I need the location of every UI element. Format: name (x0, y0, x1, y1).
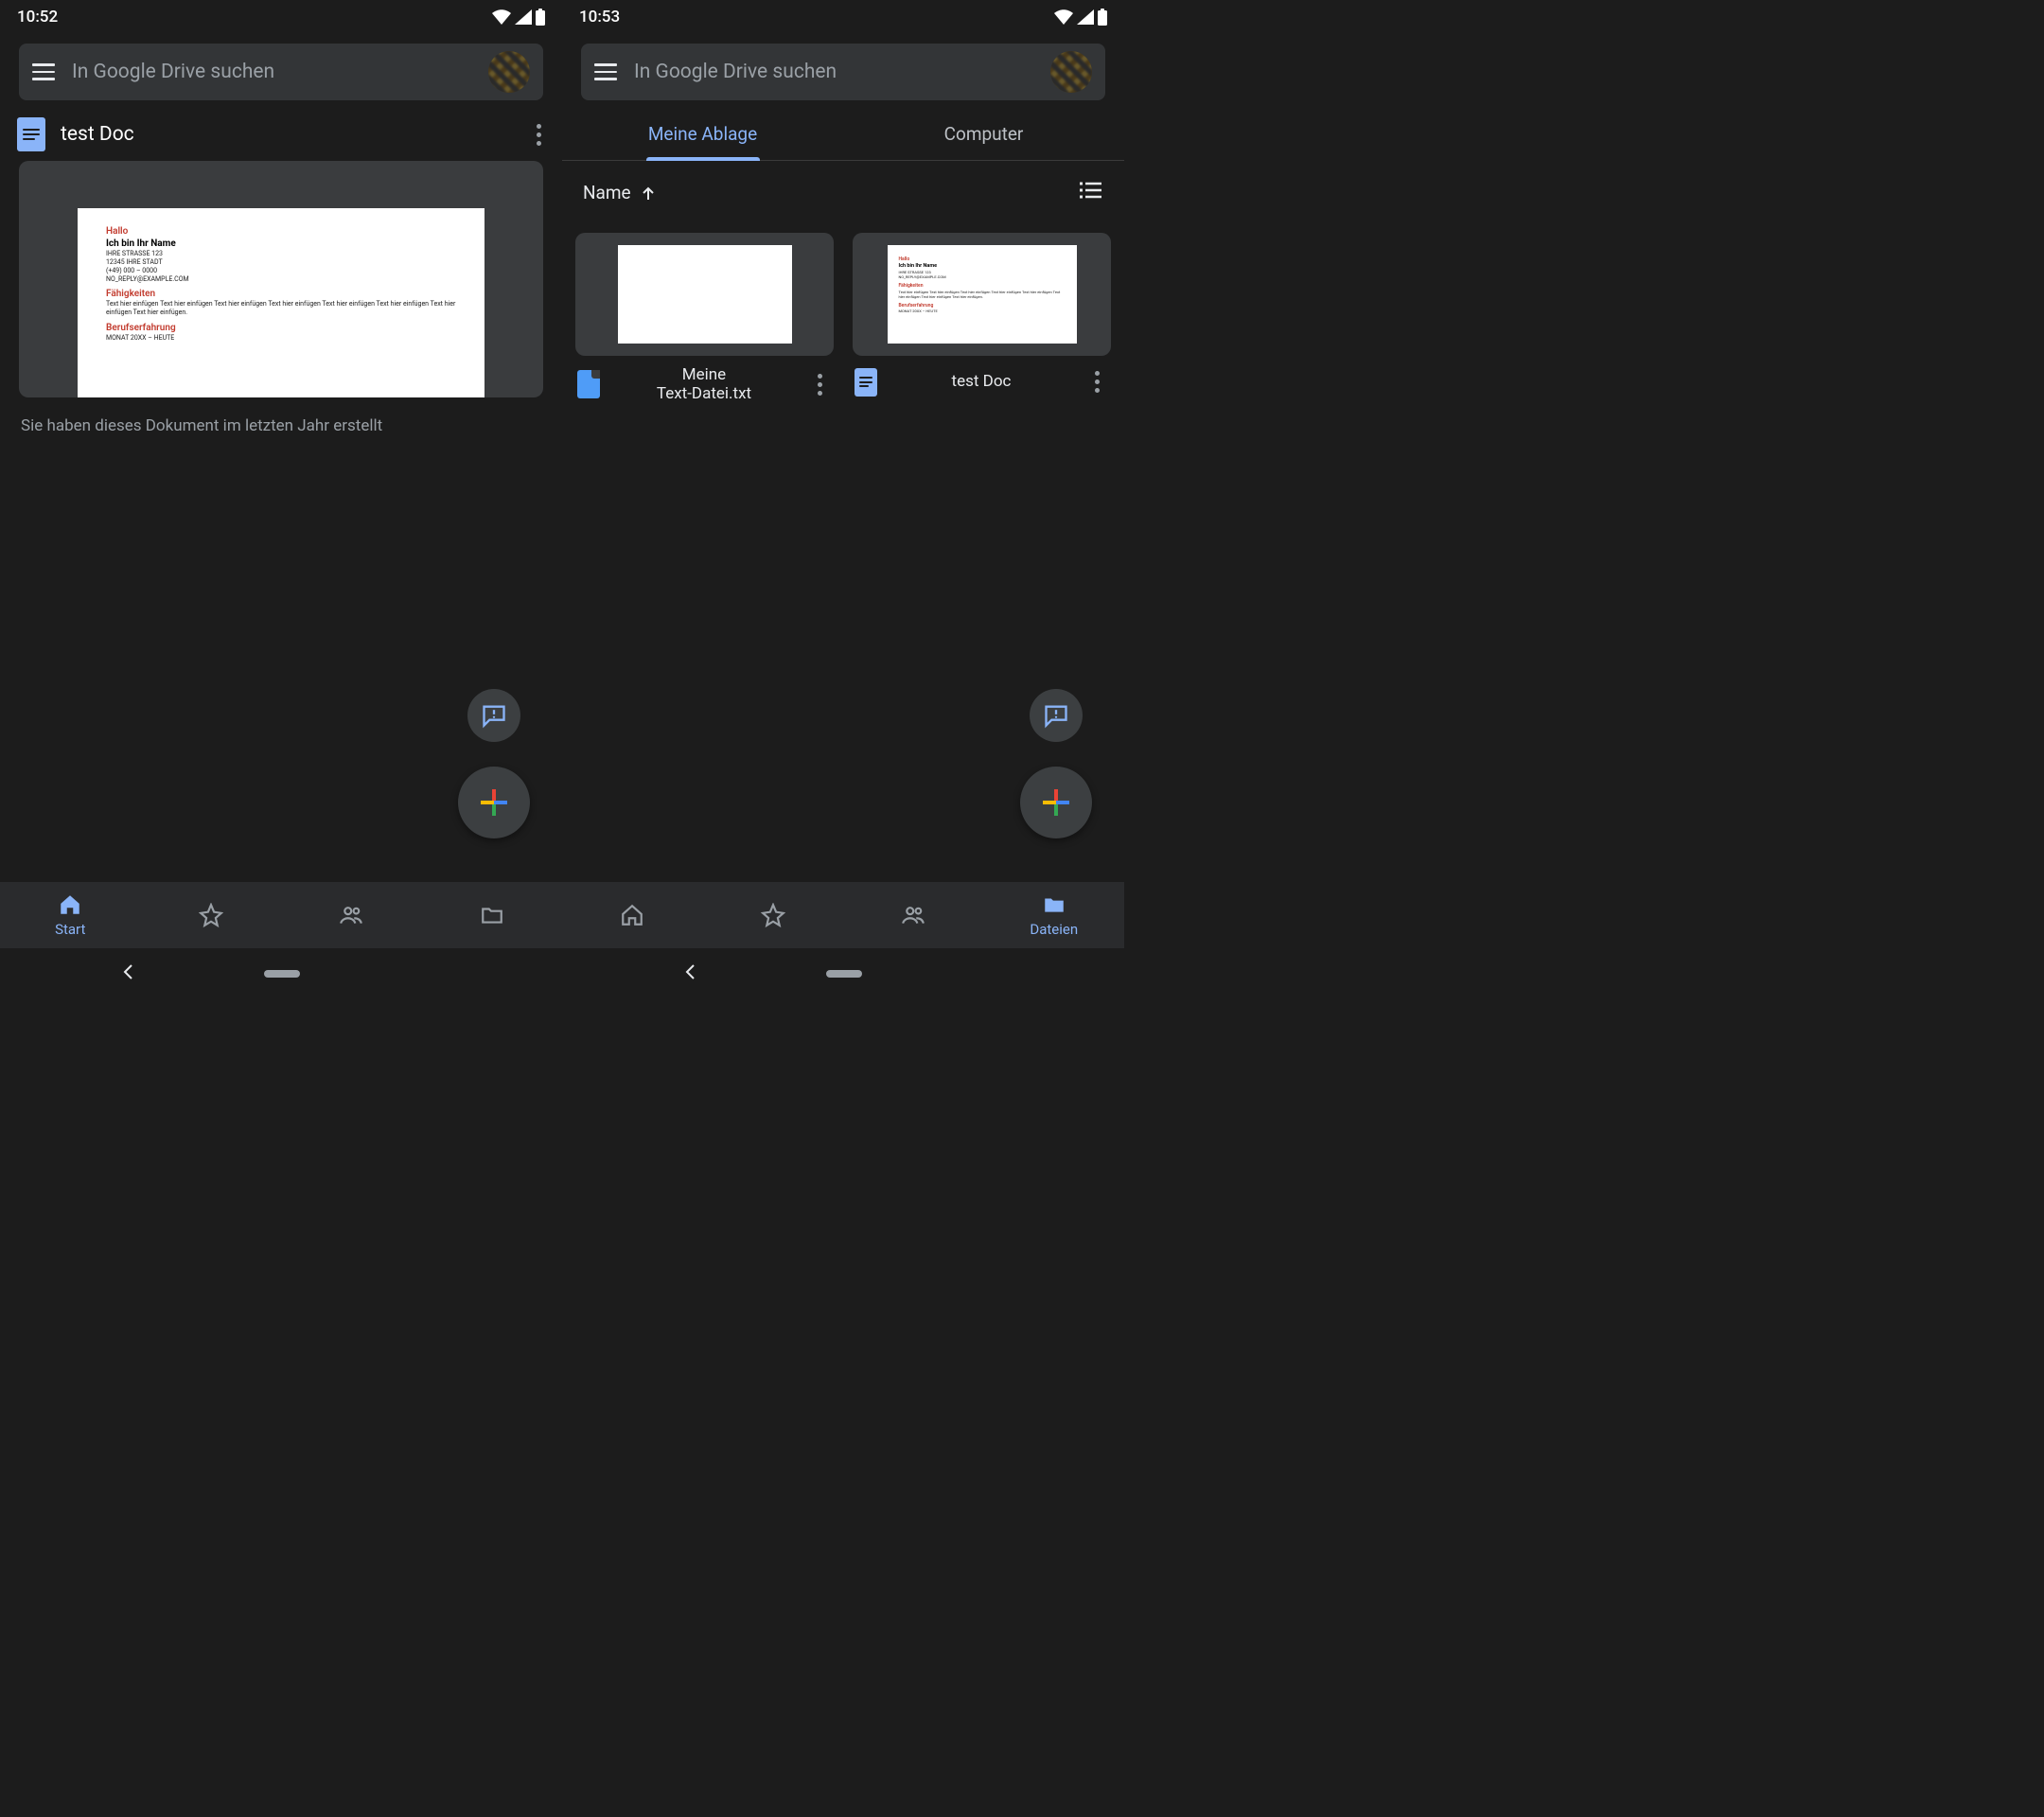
file-name: Meine Text-Datei.txt (609, 365, 799, 404)
status-icons (492, 9, 545, 26)
phone-left: 10:52 In Google Drive suchen test Doc Ha… (0, 0, 562, 999)
suggestion-preview[interactable]: Hallo Ich bin Ihr Name IHRE STRASSE 123 … (19, 161, 543, 397)
file-thumb (575, 233, 834, 356)
nav-files[interactable]: Dateien (984, 882, 1125, 948)
home-pill[interactable] (264, 970, 300, 978)
signal-icon (515, 9, 532, 25)
doc-preview: Hallo Ich bin Ihr Name IHRE STRASSE 123 … (78, 208, 485, 397)
more-icon[interactable] (1085, 365, 1109, 398)
wifi-icon (492, 9, 511, 25)
star-icon (761, 903, 785, 927)
doc-preview: Hallo Ich bin Ihr Name IHRE STRASSE 123 … (888, 245, 1077, 344)
menu-icon[interactable] (594, 63, 617, 80)
docs-icon (17, 117, 45, 151)
wifi-icon (1054, 9, 1073, 25)
fab-group (458, 689, 530, 838)
people-icon (339, 903, 363, 927)
fab-group (1020, 689, 1092, 838)
nav-starred[interactable] (703, 882, 844, 948)
sort-label: Name (583, 182, 631, 203)
sort-row: Name (562, 161, 1124, 214)
battery-icon (1098, 9, 1107, 26)
feedback-fab[interactable] (1030, 689, 1083, 742)
tab-computer[interactable]: Computer (843, 108, 1124, 160)
avatar[interactable] (488, 51, 530, 93)
top-tabs: Meine Ablage Computer (562, 108, 1124, 161)
phone-right: 10:53 In Google Drive suchen Meine Ablag… (562, 0, 1124, 999)
plus-icon (1043, 789, 1069, 816)
more-icon[interactable] (527, 118, 551, 151)
tab-my-drive[interactable]: Meine Ablage (562, 108, 843, 160)
view-list-icon[interactable] (1079, 178, 1103, 206)
menu-icon[interactable] (32, 63, 55, 80)
star-icon (199, 903, 223, 927)
bottom-nav: Dateien (562, 882, 1124, 948)
file-text[interactable]: Meine Text-Datei.txt (575, 233, 834, 404)
suggestion-meta: Sie haben dieses Dokument im letzten Jah… (0, 407, 562, 445)
system-nav (562, 948, 1124, 999)
status-bar: 10:52 (0, 0, 562, 34)
status-icons (1054, 9, 1107, 26)
system-nav (0, 948, 562, 999)
folder-icon (480, 903, 504, 927)
file-doc[interactable]: Hallo Ich bin Ihr Name IHRE STRASSE 123 … (853, 233, 1111, 404)
clock: 10:53 (579, 8, 620, 26)
home-pill[interactable] (826, 970, 862, 978)
home-icon (620, 903, 644, 927)
more-icon[interactable] (808, 368, 832, 401)
nav-shared[interactable] (281, 882, 422, 948)
people-icon (901, 903, 925, 927)
signal-icon (1077, 9, 1094, 25)
avatar[interactable] (1050, 51, 1092, 93)
nav-start[interactable] (562, 882, 703, 948)
bottom-nav: Start (0, 882, 562, 948)
recents-spacer (989, 964, 1004, 983)
arrow-up-icon (641, 185, 656, 200)
suggestion-title: test Doc (61, 123, 512, 146)
back-button[interactable] (682, 963, 699, 984)
file-thumb: Hallo Ich bin Ihr Name IHRE STRASSE 123 … (853, 233, 1111, 356)
search-bar[interactable]: In Google Drive suchen (19, 44, 543, 100)
back-button[interactable] (120, 963, 137, 984)
search-placeholder: In Google Drive suchen (634, 61, 1033, 83)
search-placeholder: In Google Drive suchen (72, 61, 471, 83)
home-icon (58, 892, 82, 917)
nav-starred[interactable] (141, 882, 282, 948)
clock: 10:52 (17, 8, 58, 26)
search-bar[interactable]: In Google Drive suchen (581, 44, 1105, 100)
file-icon (577, 370, 600, 398)
status-bar: 10:53 (562, 0, 1124, 34)
file-name: test Doc (887, 372, 1076, 391)
nav-start[interactable]: Start (0, 882, 141, 948)
nav-start-label: Start (55, 921, 85, 938)
nav-files[interactable] (422, 882, 563, 948)
file-grid: Meine Text-Datei.txt Hallo Ich bin Ihr N… (562, 214, 1124, 423)
battery-icon (536, 9, 545, 26)
feedback-fab[interactable] (467, 689, 520, 742)
nav-shared[interactable] (843, 882, 984, 948)
nav-files-label: Dateien (1030, 921, 1078, 938)
add-fab[interactable] (458, 767, 530, 838)
folder-icon (1042, 892, 1066, 917)
sort-button[interactable]: Name (583, 182, 656, 203)
suggestion-header: test Doc (0, 108, 562, 161)
plus-icon (481, 789, 507, 816)
add-fab[interactable] (1020, 767, 1092, 838)
recents-spacer (427, 964, 442, 983)
docs-icon (855, 368, 877, 397)
